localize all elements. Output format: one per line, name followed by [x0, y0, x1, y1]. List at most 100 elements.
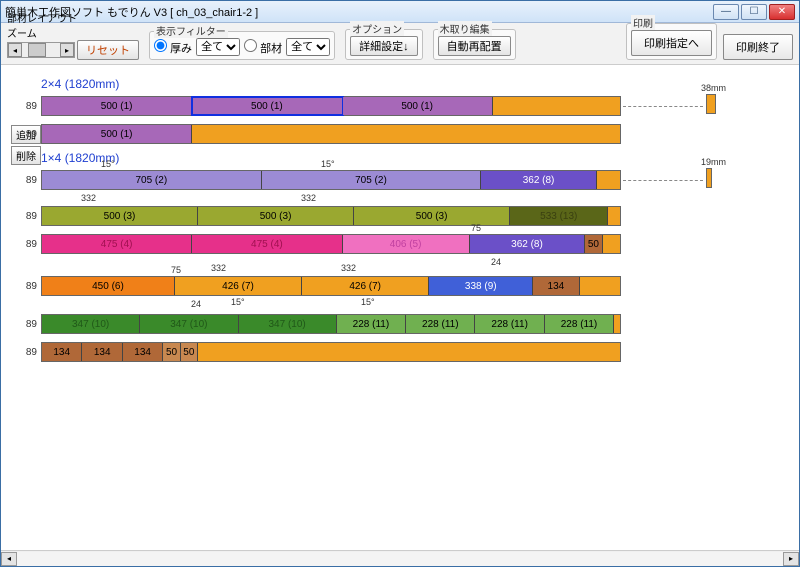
- scroll-right-arrow-icon[interactable]: ▸: [783, 552, 799, 566]
- maximize-button[interactable]: ☐: [741, 4, 767, 20]
- segment-waste[interactable]: [493, 97, 620, 115]
- segment-selected[interactable]: 500 (1): [192, 97, 342, 115]
- row-width-label: 89: [11, 319, 41, 330]
- board[interactable]: 500 (3) 500 (3) 500 (3) 533 (13): [41, 206, 621, 226]
- kidori-group-label: 木取り編集: [438, 21, 492, 36]
- segment[interactable]: 705 (2): [262, 171, 482, 189]
- length-dim: 332: [341, 263, 356, 273]
- row-width-label: 89: [11, 129, 41, 140]
- zoom-slider[interactable]: ◂ ▸: [7, 42, 75, 58]
- segment[interactable]: 705 (2): [42, 171, 262, 189]
- segment[interactable]: 228 (11): [545, 315, 614, 333]
- segment[interactable]: 338 (9): [429, 277, 533, 295]
- segment[interactable]: 50: [181, 343, 198, 361]
- segment-waste[interactable]: [603, 235, 620, 253]
- zoom-left-arrow-icon[interactable]: ◂: [8, 43, 22, 57]
- offcut[interactable]: [706, 94, 716, 114]
- offcut[interactable]: [706, 168, 712, 188]
- close-button[interactable]: ✕: [769, 4, 795, 20]
- segment[interactable]: 500 (1): [343, 97, 493, 115]
- window-buttons: — ☐ ✕: [713, 4, 795, 20]
- segment[interactable]: 50: [163, 343, 180, 361]
- delete-button[interactable]: 削除: [11, 146, 41, 165]
- kidori-group: 木取り編集 自動再配置: [433, 29, 516, 60]
- section-title-2x4: 2×4 (1820mm): [41, 77, 789, 91]
- print-end-button[interactable]: 印刷終了: [723, 34, 793, 60]
- segment[interactable]: 500 (1): [42, 97, 192, 115]
- layout-label: 部材レイアウト: [7, 10, 139, 25]
- option-group: オプション 詳細設定↓: [345, 29, 423, 60]
- board[interactable]: 705 (2) 705 (2) 362 (8): [41, 170, 621, 190]
- segment[interactable]: 475 (4): [192, 235, 342, 253]
- board[interactable]: 500 (1) 500 (1) 500 (1): [41, 96, 621, 116]
- row-width-label: 89: [11, 239, 41, 250]
- length-dim: 332: [81, 193, 96, 203]
- segment[interactable]: 347 (10): [42, 315, 140, 333]
- segment[interactable]: 347 (10): [239, 315, 337, 333]
- toolbar: 部材レイアウト ズーム ◂ ▸ リセット 表示フィルター 厚み 全て 部材 全て: [1, 23, 799, 65]
- reset-button[interactable]: リセット: [77, 40, 139, 60]
- segment[interactable]: 426 (7): [302, 277, 429, 295]
- zoom-label: ズーム: [7, 25, 139, 40]
- row-width-label: 89: [11, 347, 41, 358]
- segment-waste[interactable]: [580, 277, 620, 295]
- row-width-label: 89: [11, 101, 41, 112]
- zoom-right-arrow-icon[interactable]: ▸: [60, 43, 74, 57]
- row-width-label: 89: [11, 175, 41, 186]
- segment[interactable]: 500 (1): [42, 125, 192, 143]
- segment[interactable]: 228 (11): [475, 315, 544, 333]
- board[interactable]: 500 (1): [41, 124, 621, 144]
- zoom-thumb[interactable]: [28, 43, 46, 57]
- board[interactable]: 134 134 134 50 50: [41, 342, 621, 362]
- length-dim: 332: [211, 263, 226, 273]
- length-dim: 75: [171, 265, 181, 275]
- offcut-dim: 38mm: [701, 83, 726, 93]
- thickness-select[interactable]: 全て: [196, 38, 240, 56]
- length-dim: 24: [191, 299, 201, 309]
- segment[interactable]: 500 (3): [354, 207, 510, 225]
- main-canvas[interactable]: 追加 削除 2×4 (1820mm) 89 500 (1) 500 (1) 50…: [1, 65, 799, 550]
- auto-rearrange-button[interactable]: 自動再配置: [438, 36, 511, 56]
- segment-waste[interactable]: [192, 125, 620, 143]
- segment[interactable]: 450 (6): [42, 277, 175, 295]
- segment[interactable]: 475 (4): [42, 235, 192, 253]
- angle-dim: 15°: [361, 297, 375, 307]
- segment[interactable]: 134: [533, 277, 579, 295]
- board-row: 89 134 134 134 50 50: [11, 341, 789, 363]
- segment[interactable]: 500 (3): [198, 207, 354, 225]
- horizontal-scrollbar[interactable]: ◂ ▸: [1, 550, 799, 566]
- segment-waste[interactable]: [198, 343, 620, 361]
- segment-waste[interactable]: [597, 171, 620, 189]
- segment[interactable]: 533 (13): [510, 207, 608, 225]
- length-dim: 75: [471, 223, 481, 233]
- member-select[interactable]: 全て: [286, 38, 330, 56]
- scroll-left-arrow-icon[interactable]: ◂: [1, 552, 17, 566]
- segment[interactable]: 228 (11): [337, 315, 406, 333]
- segment[interactable]: 134: [82, 343, 122, 361]
- segment-waste[interactable]: [608, 207, 620, 225]
- segment[interactable]: 134: [42, 343, 82, 361]
- print-group: 印刷 印刷指定へ: [626, 23, 717, 60]
- board-row: 89 450 (6) 426 (7) 426 (7) 338 (9) 134 3…: [11, 275, 789, 297]
- segment[interactable]: 134: [123, 343, 163, 361]
- segment[interactable]: 406 (5): [343, 235, 470, 253]
- board[interactable]: 475 (4) 475 (4) 406 (5) 362 (8) 50: [41, 234, 621, 254]
- board[interactable]: 450 (6) 426 (7) 426 (7) 338 (9) 134: [41, 276, 621, 296]
- detail-settings-button[interactable]: 詳細設定↓: [350, 36, 418, 56]
- segment[interactable]: 50: [585, 235, 602, 253]
- segment[interactable]: 228 (11): [406, 315, 475, 333]
- segment[interactable]: 426 (7): [175, 277, 302, 295]
- segment[interactable]: 500 (3): [42, 207, 198, 225]
- member-radio[interactable]: 部材: [244, 39, 282, 56]
- scroll-track[interactable]: [17, 552, 783, 566]
- segment-waste[interactable]: [614, 315, 620, 333]
- section-title-1x4: 1×4 (1820mm): [41, 151, 789, 165]
- segment[interactable]: 362 (8): [470, 235, 586, 253]
- board[interactable]: 347 (10) 347 (10) 347 (10) 228 (11) 228 …: [41, 314, 621, 334]
- print-spec-button[interactable]: 印刷指定へ: [631, 30, 712, 56]
- row-width-label: 89: [11, 211, 41, 222]
- segment[interactable]: 362 (8): [481, 171, 597, 189]
- minimize-button[interactable]: —: [713, 4, 739, 20]
- segment[interactable]: 347 (10): [140, 315, 238, 333]
- thickness-radio[interactable]: 厚み: [154, 39, 192, 56]
